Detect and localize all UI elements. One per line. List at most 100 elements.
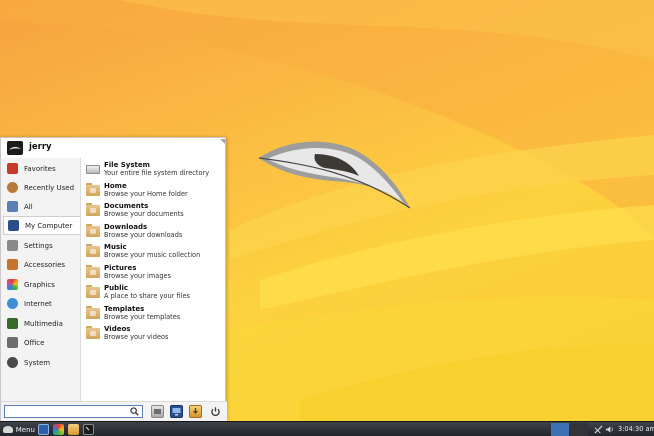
place-title: Documents [104,202,149,210]
category-label: My Computer [25,221,73,230]
category-label: All [24,202,33,211]
videos-folder-icon [86,326,100,340]
category-label: Recently Used [24,183,75,192]
application-menu: jerry Favorites Recently Used All My Com… [0,137,227,422]
place-title: Templates [104,305,145,313]
place-description: Browse your videos [104,333,169,341]
category-recently-used[interactable]: Recently Used [3,178,80,197]
resize-grip-icon[interactable] [220,139,225,144]
category-all[interactable]: All [3,197,80,216]
menu-header: jerry [1,138,227,158]
place-description: Browse your music collection [104,251,201,259]
menu-button-label: Menu [15,425,35,434]
place-downloads[interactable]: Downloads Browse your downloads [85,221,223,241]
power-icon [211,407,220,416]
settings-manager-icon [154,409,161,414]
menu-footer [1,401,227,422]
category-system[interactable]: System [3,353,80,372]
place-public[interactable]: Public A place to share your files [85,282,223,302]
user-avatar [7,141,23,155]
place-description: Browse your downloads [104,231,183,239]
office-icon [7,337,18,348]
public-folder-icon [86,285,100,299]
category-graphics[interactable]: Graphics [3,275,80,294]
place-description: Browse your documents [104,210,184,218]
category-label: Multimedia [24,319,63,328]
drive-icon [86,162,100,176]
search-box[interactable] [4,405,143,418]
all-apps-icon [7,201,18,212]
monitor-icon [172,408,181,416]
category-my-computer[interactable]: My Computer [3,216,80,235]
place-description: Your entire file system directory [104,169,210,177]
category-list: Favorites Recently Used All My Computer … [1,158,81,401]
launcher-terminal-icon[interactable] [83,424,94,435]
settings-icon [7,240,18,251]
category-office[interactable]: Office [3,333,80,352]
place-title: Public [104,284,129,292]
category-settings[interactable]: Settings [3,236,80,255]
menu-logo-icon [3,426,13,433]
place-title: Home [104,182,127,190]
place-description: Browse your templates [104,313,181,321]
launcher-file-manager-icon[interactable] [68,424,79,435]
place-title: Videos [104,325,131,333]
pictures-folder-icon [86,265,100,279]
music-folder-icon [86,244,100,258]
place-videos[interactable]: Videos Browse your videos [85,323,223,343]
place-music[interactable]: Music Browse your music collection [85,241,223,261]
computer-icon [8,220,19,231]
category-label: Settings [24,241,53,250]
menu-button[interactable]: Menu [1,423,35,436]
search-icon[interactable] [130,407,139,416]
place-file-system[interactable]: File System Your entire file system dire… [85,159,223,179]
graphics-icon [7,279,18,290]
place-pictures[interactable]: Pictures Browse your images [85,262,223,282]
logout-icon [193,408,198,414]
category-label: Office [24,338,45,347]
documents-folder-icon [86,203,100,217]
category-label: System [24,358,51,367]
category-favorites[interactable]: Favorites [3,159,80,178]
taskbar: Menu 3:04:30 am [0,421,654,436]
place-title: Pictures [104,264,137,272]
logout-button[interactable] [189,405,202,418]
search-input[interactable] [7,406,127,417]
network-icon[interactable] [594,425,603,434]
volume-icon[interactable] [605,425,614,434]
place-title: Downloads [104,223,148,231]
place-home[interactable]: Home Browse your Home folder [85,180,223,200]
place-title: Music [104,243,127,251]
internet-icon [7,298,18,309]
place-title: File System [104,161,150,169]
home-folder-icon [86,183,100,197]
category-label: Favorites [24,164,56,173]
system-icon [7,357,18,368]
category-multimedia[interactable]: Multimedia [3,314,80,333]
templates-folder-icon [86,306,100,320]
place-templates[interactable]: Templates Browse your templates [85,303,223,323]
place-description: Browse your images [104,272,171,280]
category-internet[interactable]: Internet [3,294,80,313]
favorites-icon [7,163,18,174]
accessories-icon [7,259,18,270]
category-label: Internet [24,299,52,308]
category-accessories[interactable]: Accessories [3,255,80,274]
place-description: Browse your Home folder [104,190,188,198]
workspace-1[interactable] [551,423,569,436]
clock[interactable]: 3:04:30 am [618,425,654,433]
places-list: File System Your entire file system dire… [83,158,225,401]
place-documents[interactable]: Documents Browse your documents [85,200,223,220]
shutdown-button[interactable] [209,405,222,418]
feather-logo [258,141,411,209]
recently-used-icon [7,182,18,193]
multimedia-icon [7,318,18,329]
settings-manager-button[interactable] [151,405,164,418]
category-label: Accessories [24,260,66,269]
launcher-browser-icon[interactable] [53,424,64,435]
lock-screen-button[interactable] [170,405,183,418]
workspace-2[interactable] [570,423,588,436]
place-description: A place to share your files [104,292,190,300]
launcher-show-desktop-icon[interactable] [38,424,49,435]
user-name: jerry [29,142,52,152]
